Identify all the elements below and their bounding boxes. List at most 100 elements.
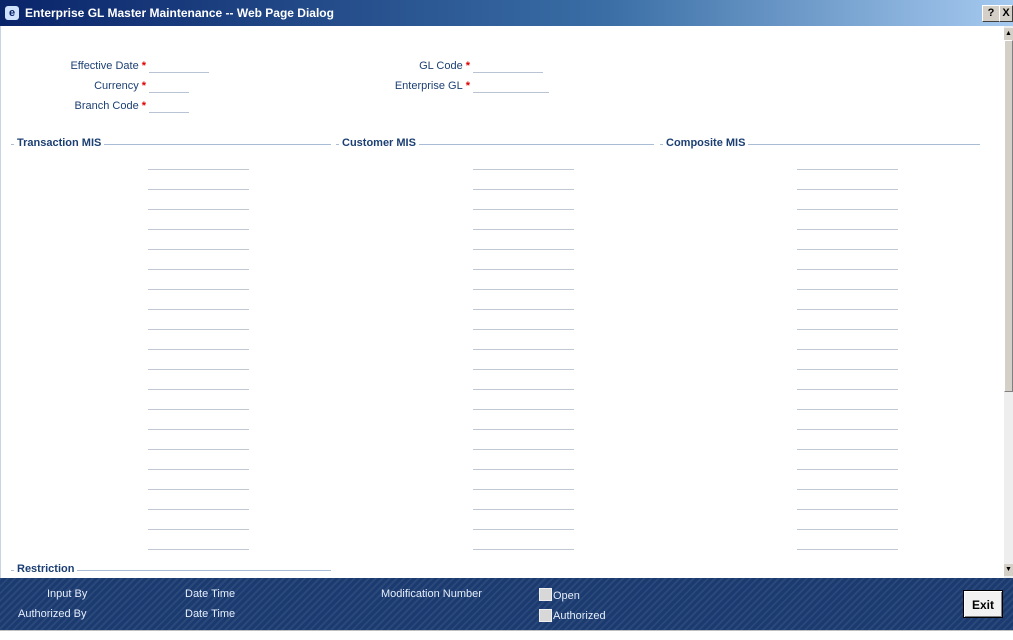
composite-mis-field[interactable] bbox=[797, 250, 898, 270]
gl-code-field[interactable] bbox=[473, 60, 543, 73]
enterprise-gl-label: Enterprise GL * bbox=[361, 80, 470, 92]
transaction-mis-field[interactable] bbox=[148, 450, 249, 470]
composite-mis-field[interactable] bbox=[797, 470, 898, 490]
transaction-mis-field[interactable] bbox=[148, 470, 249, 490]
customer-mis-field[interactable] bbox=[473, 210, 574, 230]
customer-mis-field[interactable] bbox=[473, 530, 574, 550]
composite-mis-field[interactable] bbox=[797, 230, 898, 250]
transaction-mis-field[interactable] bbox=[148, 530, 249, 550]
title-bar: e Enterprise GL Master Maintenance -- We… bbox=[0, 0, 1013, 26]
customer-mis-field[interactable] bbox=[473, 230, 574, 250]
open-label: Open bbox=[553, 590, 580, 602]
composite-mis-field[interactable] bbox=[797, 310, 898, 330]
customer-mis-field[interactable] bbox=[473, 410, 574, 430]
transaction-mis-field[interactable] bbox=[148, 230, 249, 250]
transaction-mis-field[interactable] bbox=[148, 290, 249, 310]
composite-mis-field[interactable] bbox=[797, 450, 898, 470]
composite-mis-field[interactable] bbox=[797, 510, 898, 530]
transaction-mis-fields bbox=[148, 150, 249, 550]
transaction-mis-field[interactable] bbox=[148, 410, 249, 430]
composite-mis-field[interactable] bbox=[797, 150, 898, 170]
required-marker: * bbox=[465, 60, 470, 72]
composite-mis-field[interactable] bbox=[797, 270, 898, 290]
transaction-mis-field[interactable] bbox=[148, 390, 249, 410]
transaction-mis-field[interactable] bbox=[148, 310, 249, 330]
customer-mis-field[interactable] bbox=[473, 370, 574, 390]
customer-mis-field[interactable] bbox=[473, 350, 574, 370]
scroll-down-arrow-icon[interactable]: ▼ bbox=[1004, 564, 1013, 576]
branch-code-field[interactable] bbox=[149, 100, 189, 113]
composite-mis-field[interactable] bbox=[797, 530, 898, 550]
composite-mis-field[interactable] bbox=[797, 330, 898, 350]
transaction-mis-field[interactable] bbox=[148, 330, 249, 350]
customer-mis-field[interactable] bbox=[473, 490, 574, 510]
customer-mis-fields bbox=[473, 150, 574, 550]
customer-mis-field[interactable] bbox=[473, 250, 574, 270]
close-button[interactable]: X bbox=[999, 5, 1013, 22]
customer-mis-field[interactable] bbox=[473, 510, 574, 530]
ie-icon: e bbox=[5, 6, 19, 20]
composite-mis-field[interactable] bbox=[797, 410, 898, 430]
composite-mis-field[interactable] bbox=[797, 170, 898, 190]
composite-mis-field[interactable] bbox=[797, 430, 898, 450]
transaction-mis-field[interactable] bbox=[148, 150, 249, 170]
input-date-time-label: Date Time bbox=[185, 588, 236, 600]
composite-mis-field[interactable] bbox=[797, 370, 898, 390]
transaction-mis-field[interactable] bbox=[148, 270, 249, 290]
customer-mis-field[interactable] bbox=[473, 450, 574, 470]
customer-mis-field[interactable] bbox=[473, 390, 574, 410]
exit-button[interactable]: Exit bbox=[963, 590, 1003, 618]
customer-mis-section: Customer MIS bbox=[336, 137, 654, 151]
vertical-scrollbar[interactable]: ▲ ▼ bbox=[1004, 26, 1013, 578]
required-marker: * bbox=[465, 80, 470, 92]
authorized-checkbox[interactable] bbox=[539, 609, 552, 622]
composite-mis-field[interactable] bbox=[797, 290, 898, 310]
customer-mis-field[interactable] bbox=[473, 430, 574, 450]
composite-mis-field[interactable] bbox=[797, 190, 898, 210]
required-marker: * bbox=[141, 100, 146, 112]
transaction-mis-section: Transaction MIS bbox=[11, 137, 331, 151]
transaction-mis-field[interactable] bbox=[148, 430, 249, 450]
currency-label: Currency * bbox=[41, 80, 146, 92]
composite-mis-field[interactable] bbox=[797, 350, 898, 370]
customer-mis-field[interactable] bbox=[473, 150, 574, 170]
open-checkbox[interactable] bbox=[539, 588, 552, 601]
gl-code-label-text: GL Code bbox=[419, 60, 463, 72]
effective-date-label-text: Effective Date bbox=[70, 60, 139, 72]
effective-date-field[interactable] bbox=[149, 60, 209, 73]
required-marker: * bbox=[141, 80, 146, 92]
currency-field[interactable] bbox=[149, 80, 189, 93]
transaction-mis-field[interactable] bbox=[148, 250, 249, 270]
customer-mis-field[interactable] bbox=[473, 330, 574, 350]
scroll-up-arrow-icon[interactable]: ▲ bbox=[1004, 28, 1013, 40]
transaction-mis-field[interactable] bbox=[148, 190, 249, 210]
currency-label-text: Currency bbox=[94, 80, 139, 92]
composite-mis-fields bbox=[797, 150, 898, 550]
transaction-mis-field[interactable] bbox=[148, 210, 249, 230]
transaction-mis-field[interactable] bbox=[148, 510, 249, 530]
help-button[interactable]: ? bbox=[982, 5, 1000, 22]
composite-mis-field[interactable] bbox=[797, 390, 898, 410]
input-by-label: Input By bbox=[47, 588, 88, 600]
authorized-by-label: Authorized By bbox=[18, 608, 87, 620]
customer-mis-field[interactable] bbox=[473, 190, 574, 210]
composite-mis-field[interactable] bbox=[797, 490, 898, 510]
enterprise-gl-field[interactable] bbox=[473, 80, 549, 93]
composite-mis-field[interactable] bbox=[797, 210, 898, 230]
transaction-mis-title: Transaction MIS bbox=[14, 137, 105, 149]
transaction-mis-field[interactable] bbox=[148, 370, 249, 390]
customer-mis-field[interactable] bbox=[473, 290, 574, 310]
customer-mis-field[interactable] bbox=[473, 310, 574, 330]
window-title: Enterprise GL Master Maintenance -- Web … bbox=[25, 6, 334, 20]
gl-code-label: GL Code * bbox=[361, 60, 470, 72]
transaction-mis-field[interactable] bbox=[148, 350, 249, 370]
customer-mis-field[interactable] bbox=[473, 170, 574, 190]
transaction-mis-field[interactable] bbox=[148, 170, 249, 190]
customer-mis-field[interactable] bbox=[473, 470, 574, 490]
composite-mis-title: Composite MIS bbox=[663, 137, 749, 149]
auth-date-time-label: Date Time bbox=[185, 608, 236, 620]
customer-mis-field[interactable] bbox=[473, 270, 574, 290]
effective-date-label: Effective Date * bbox=[41, 60, 146, 72]
scroll-thumb[interactable] bbox=[1004, 40, 1013, 392]
transaction-mis-field[interactable] bbox=[148, 490, 249, 510]
